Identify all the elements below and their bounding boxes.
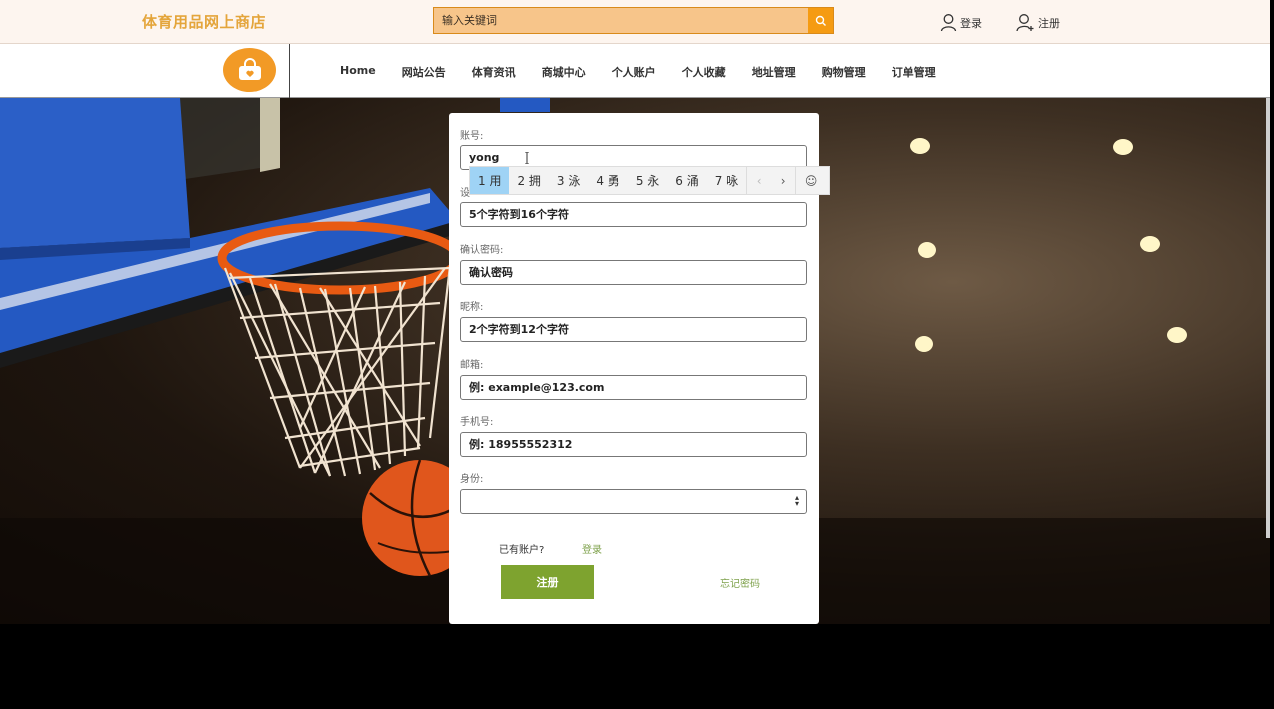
ime-candidate[interactable]: 2 拥: [509, 167, 548, 194]
nav-home[interactable]: Home: [340, 64, 376, 80]
register-submit-button[interactable]: 注册: [501, 565, 594, 599]
nav-mall-center[interactable]: 商城中心: [542, 64, 586, 80]
search-icon: [815, 15, 826, 26]
select-updown-icon: ▴ ▾: [794, 493, 799, 508]
ime-candidate[interactable]: 6 涌: [667, 167, 706, 194]
search-box: [433, 7, 834, 34]
ime-emoji-icon[interactable]: ☺: [796, 167, 826, 194]
login-label: 登录: [960, 16, 982, 30]
nickname-label: 昵称:: [460, 302, 484, 313]
ime-candidate[interactable]: 1 用: [470, 167, 510, 194]
main-nav: Home 网站公告 体育资讯 商城中心 个人账户 个人收藏 地址管理 购物管理 …: [340, 64, 962, 80]
nav-address-management[interactable]: 地址管理: [752, 64, 796, 80]
forgot-password-link[interactable]: 忘记密码: [720, 575, 760, 590]
nav-announcements[interactable]: 网站公告: [402, 64, 446, 80]
text-cursor-icon: [525, 152, 529, 164]
email-label: 邮箱:: [460, 360, 484, 371]
nav-order-management[interactable]: 订单管理: [892, 64, 936, 80]
nickname-input[interactable]: [460, 317, 807, 342]
search-input[interactable]: [434, 8, 808, 33]
ime-candidate[interactable]: 3 泳: [549, 167, 588, 194]
nav-personal-account[interactable]: 个人账户: [612, 64, 656, 80]
top-bar: 体育用品网上商店 登录 注册: [0, 0, 1270, 44]
confirm-password-label: 确认密码:: [460, 245, 504, 256]
password-input[interactable]: [460, 202, 807, 227]
email-input[interactable]: [460, 375, 807, 400]
site-title[interactable]: 体育用品网上商店: [142, 11, 266, 32]
ime-candidate[interactable]: 7 咏: [707, 167, 746, 194]
identity-label: 身份:: [460, 474, 484, 485]
has-account-text: 已有账户?: [499, 545, 545, 556]
register-label: 注册: [1038, 16, 1060, 30]
ime-next-page-icon[interactable]: ›: [771, 167, 795, 194]
confirm-password-input[interactable]: [460, 260, 807, 285]
ime-candidate[interactable]: 5 永: [628, 167, 667, 194]
nav-shopping-management[interactable]: 购物管理: [822, 64, 866, 80]
identity-select[interactable]: ▴ ▾: [460, 489, 807, 514]
register-link[interactable]: 注册: [1016, 13, 1060, 32]
nav-favorites[interactable]: 个人收藏: [682, 64, 726, 80]
user-icon: [940, 14, 957, 32]
ime-candidate-bar: 1 用 2 拥 3 泳 4 勇 5 永 6 涌 7 咏 ‹ › ☺: [469, 166, 830, 195]
ime-candidate[interactable]: 4 勇: [588, 167, 627, 194]
account-label: 账号:: [460, 131, 484, 142]
shop-logo[interactable]: [223, 48, 276, 92]
add-user-icon: [1016, 14, 1034, 32]
search-button[interactable]: [808, 8, 833, 33]
nav-sports-news[interactable]: 体育资讯: [472, 64, 516, 80]
nav-divider: [289, 44, 290, 98]
login-link[interactable]: 登录: [940, 13, 982, 32]
page-scrollbar[interactable]: [1266, 98, 1270, 538]
phone-input[interactable]: [460, 432, 807, 457]
phone-label: 手机号:: [460, 417, 494, 428]
form-login-link[interactable]: 登录: [582, 541, 602, 556]
shopping-bag-icon: [238, 58, 261, 80]
nav-bar: Home 网站公告 体育资讯 商城中心 个人账户 个人收藏 地址管理 购物管理 …: [0, 44, 1270, 98]
ime-prev-page-icon[interactable]: ‹: [747, 167, 771, 194]
